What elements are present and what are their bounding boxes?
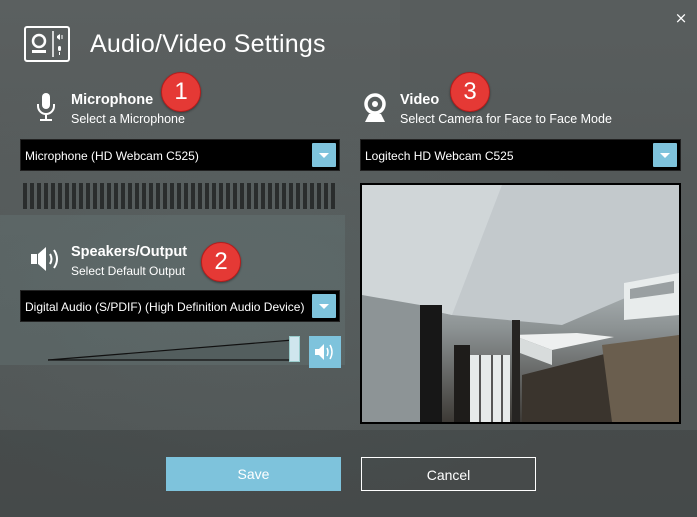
cancel-button[interactable]: Cancel: [361, 457, 536, 491]
level-bar: [114, 183, 118, 209]
level-bar: [296, 183, 300, 209]
dialog-title: Audio/Video Settings: [90, 29, 326, 58]
level-bar: [135, 183, 139, 209]
level-bar: [37, 183, 41, 209]
level-bar: [86, 183, 90, 209]
level-bar: [317, 183, 321, 209]
level-bar: [282, 183, 286, 209]
level-bar: [240, 183, 244, 209]
level-bar: [156, 183, 160, 209]
speakers-select[interactable]: Digital Audio (S/PDIF) (High Definition …: [20, 290, 340, 322]
video-title: Video: [400, 92, 440, 108]
volume-slider[interactable]: [47, 336, 303, 362]
level-bar: [170, 183, 174, 209]
level-bar: [128, 183, 132, 209]
step-badge-3: 3: [450, 72, 490, 112]
level-bar: [303, 183, 307, 209]
level-bar: [65, 183, 69, 209]
level-bar: [184, 183, 188, 209]
background-band: [0, 430, 697, 517]
level-bar: [310, 183, 314, 209]
level-bar: [268, 183, 272, 209]
step-badge-1: 1: [161, 72, 201, 112]
microphone-level-meter: [23, 183, 335, 209]
speakers-title: Speakers/Output: [71, 244, 188, 260]
level-bar: [191, 183, 195, 209]
level-bar: [275, 183, 279, 209]
level-bar: [205, 183, 209, 209]
chevron-down-icon[interactable]: [312, 294, 336, 318]
level-bar: [149, 183, 153, 209]
dialog-header: Audio/Video Settings: [24, 26, 326, 62]
chevron-down-icon[interactable]: [312, 143, 336, 167]
save-button[interactable]: Save: [166, 457, 341, 491]
level-bar: [51, 183, 55, 209]
volume-icon[interactable]: [309, 336, 341, 368]
webcam-icon: [361, 92, 389, 124]
level-bar: [261, 183, 265, 209]
level-bar: [30, 183, 34, 209]
close-icon[interactable]: ×: [673, 10, 689, 26]
speakers-subtitle: Select Default Output: [71, 264, 186, 278]
speakers-select-value: Digital Audio (S/PDIF) (High Definition …: [25, 300, 305, 314]
level-bar: [324, 183, 328, 209]
level-bar: [219, 183, 223, 209]
level-bar: [247, 183, 251, 209]
speaker-icon: [30, 244, 62, 274]
camera-settings-icon: [24, 26, 70, 62]
level-bar: [331, 183, 335, 209]
level-bar: [44, 183, 48, 209]
microphone-select[interactable]: Microphone (HD Webcam C525): [20, 139, 340, 171]
volume-slider-handle[interactable]: [289, 336, 300, 362]
level-bar: [79, 183, 83, 209]
step-badge-2: 2: [201, 242, 241, 282]
level-bar: [163, 183, 167, 209]
level-bar: [100, 183, 104, 209]
level-bar: [23, 183, 27, 209]
level-bar: [198, 183, 202, 209]
camera-select[interactable]: Logitech HD Webcam C525: [360, 139, 681, 171]
microphone-select-value: Microphone (HD Webcam C525): [25, 149, 199, 163]
level-bar: [58, 183, 62, 209]
microphone-icon: [34, 92, 58, 122]
level-bar: [107, 183, 111, 209]
chevron-down-icon[interactable]: [653, 143, 677, 167]
level-bar: [289, 183, 293, 209]
level-bar: [254, 183, 258, 209]
level-bar: [142, 183, 146, 209]
level-bar: [226, 183, 230, 209]
speakers-section-header: Speakers/Output Select Default Output: [30, 244, 187, 279]
microphone-subtitle: Select a Microphone: [71, 112, 185, 126]
level-bar: [177, 183, 181, 209]
video-subtitle: Select Camera for Face to Face Mode: [400, 112, 612, 126]
level-bar: [233, 183, 237, 209]
level-bar: [72, 183, 76, 209]
level-bar: [121, 183, 125, 209]
camera-preview: [360, 183, 681, 424]
camera-select-value: Logitech HD Webcam C525: [365, 149, 514, 163]
level-bar: [93, 183, 97, 209]
level-bar: [212, 183, 216, 209]
